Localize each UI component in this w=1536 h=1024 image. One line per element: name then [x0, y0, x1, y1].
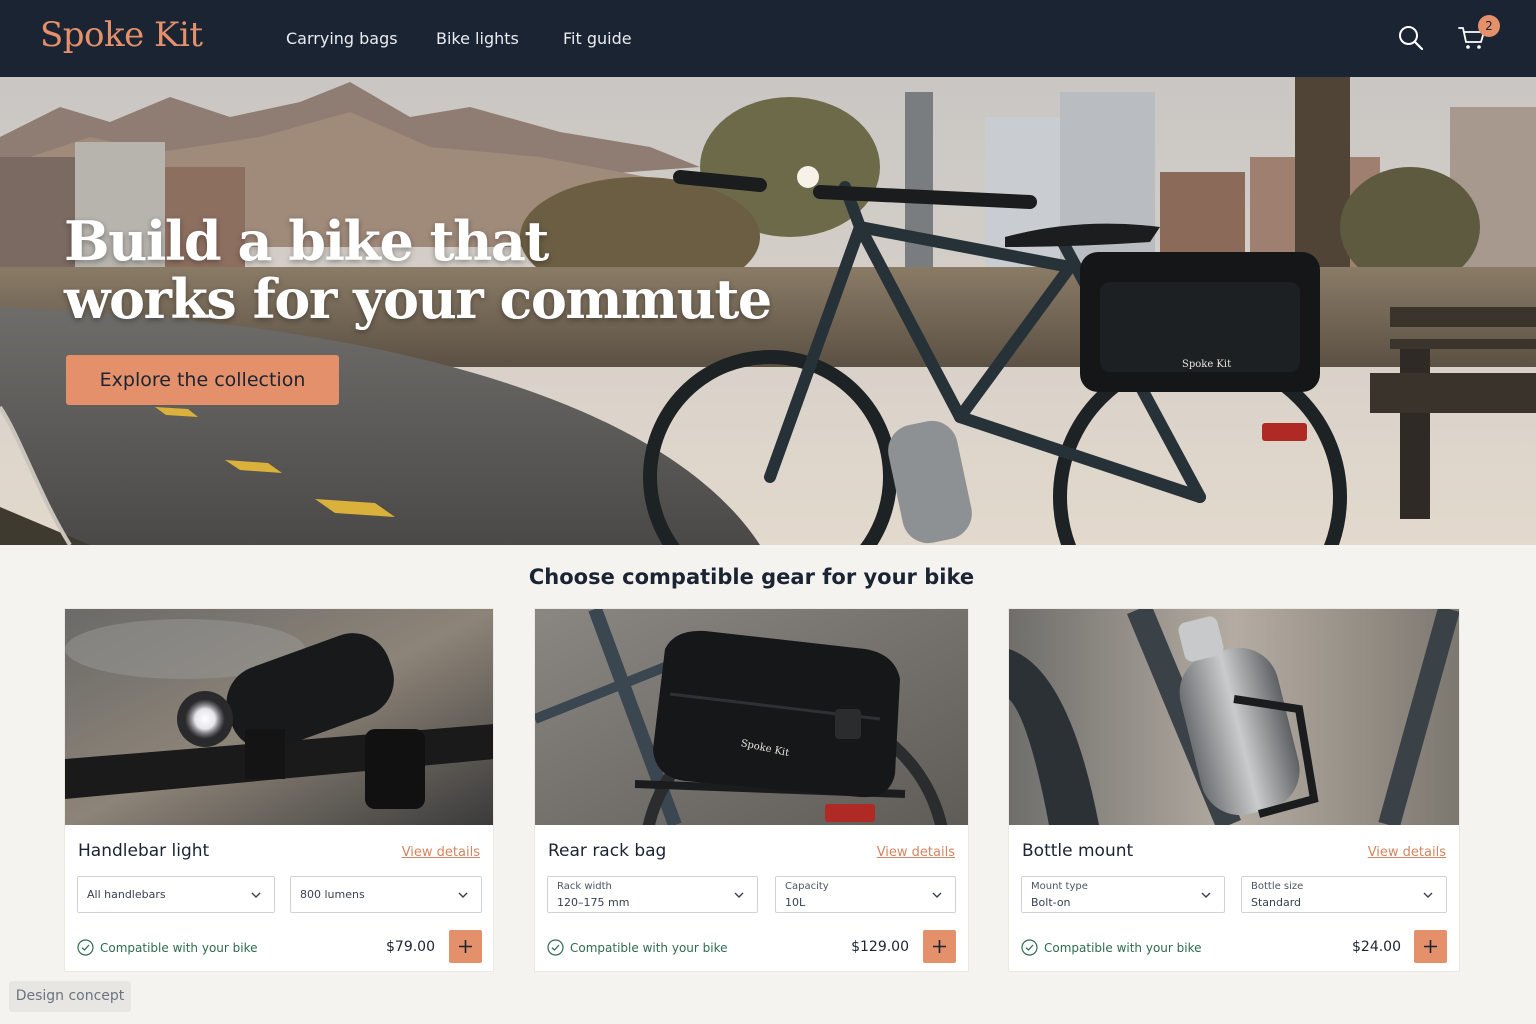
check-circle-icon — [77, 939, 94, 956]
view-details-link[interactable]: View details — [877, 845, 955, 860]
section-title: Choose compatible gear for your bike — [528, 565, 975, 589]
hero-title: Build a bike that works for your commute — [64, 209, 772, 331]
hero-title-line-2: works for your commute — [64, 267, 772, 331]
plus-icon — [933, 940, 946, 953]
add-to-cart-button[interactable] — [449, 930, 482, 963]
product-price: $24.00 — [1352, 939, 1401, 955]
explore-collection-button[interactable]: Explore the collection — [66, 355, 339, 405]
handlebar-light-photo[interactable] — [65, 609, 493, 825]
add-to-cart-button[interactable] — [923, 930, 956, 963]
capacity-value: 10L — [785, 896, 806, 909]
product-card-rear-rack-bag: Spoke Kit Rear rack bag View details Rac… — [534, 608, 969, 972]
add-to-cart-button[interactable] — [1414, 930, 1447, 963]
mount-type-select[interactable]: Mount type Bolt-on — [1021, 876, 1225, 913]
compatibility-status: Compatible with your bike — [1044, 941, 1202, 955]
chevron-down-icon — [1423, 892, 1433, 898]
handlebar-select[interactable]: All handlebars — [77, 876, 275, 913]
bottle-mount-photo[interactable] — [1009, 609, 1459, 825]
search-icon[interactable] — [1396, 23, 1426, 53]
nav-link-fit-guide[interactable]: Fit guide — [563, 29, 632, 48]
hero-banner: Spoke Kit Build a bike that works for yo… — [0, 77, 1536, 545]
top-navigation-bar: Spoke Kit Carrying bags Bike lights Fit … — [0, 0, 1536, 77]
product-card-handlebar-light: Handlebar light View details All handleb… — [64, 608, 494, 972]
compatibility-status: Compatible with your bike — [570, 941, 728, 955]
bottle-size-value: Standard — [1251, 896, 1302, 909]
view-details-link[interactable]: View details — [1368, 845, 1446, 860]
mount-type-value: Bolt-on — [1031, 896, 1071, 909]
bottle-size-label: Bottle size — [1251, 881, 1304, 892]
rack-width-label: Rack width — [557, 881, 612, 892]
brand-logo[interactable]: Spoke Kit — [40, 15, 203, 55]
rack-width-select[interactable]: Rack width 120–175 mm — [547, 876, 758, 913]
capacity-label: Capacity — [785, 881, 829, 892]
plus-icon — [1424, 940, 1437, 953]
product-price: $129.00 — [851, 939, 909, 955]
product-name: Handlebar light — [78, 841, 210, 861]
chevron-down-icon — [251, 892, 261, 898]
product-name: Bottle mount — [1022, 841, 1134, 861]
design-concept-badge: Design concept — [9, 981, 131, 1012]
plus-icon — [459, 940, 472, 953]
chevron-down-icon — [932, 892, 942, 898]
capacity-select[interactable]: Capacity 10L — [775, 876, 956, 913]
rear-rack-bag-photo[interactable]: Spoke Kit — [535, 609, 968, 825]
chevron-down-icon — [458, 892, 468, 898]
check-circle-icon — [1021, 939, 1038, 956]
handlebar-select-value: All handlebars — [87, 888, 166, 901]
check-circle-icon — [547, 939, 564, 956]
nav-link-carrying-bags[interactable]: Carrying bags — [286, 29, 398, 48]
bottle-size-select[interactable]: Bottle size Standard — [1241, 876, 1447, 913]
compatibility-status: Compatible with your bike — [100, 941, 258, 955]
cart-count-badge: 2 — [1478, 15, 1500, 37]
view-details-link[interactable]: View details — [402, 845, 480, 860]
product-price: $79.00 — [386, 939, 435, 955]
hero-bag-brand-label: Spoke Kit — [1182, 359, 1231, 370]
hero-title-line-1: Build a bike that — [64, 209, 549, 273]
lumens-select-value: 800 lumens — [300, 888, 365, 901]
nav-link-bike-lights[interactable]: Bike lights — [436, 29, 519, 48]
chevron-down-icon — [1201, 892, 1211, 898]
lumens-select[interactable]: 800 lumens — [290, 876, 482, 913]
mount-type-label: Mount type — [1031, 881, 1088, 892]
rack-width-value: 120–175 mm — [557, 896, 630, 909]
product-name: Rear rack bag — [548, 841, 667, 861]
product-card-bottle-mount: Bottle mount View details Mount type Bol… — [1008, 608, 1460, 972]
chevron-down-icon — [734, 892, 744, 898]
